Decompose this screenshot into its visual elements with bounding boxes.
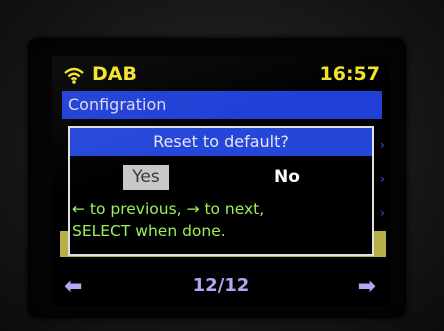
chevron-right-icon: › (380, 172, 385, 186)
menu-title: Configration (68, 95, 167, 114)
chevron-right-icon: › (380, 138, 385, 152)
dialog-hint: ← to previous, → to next, SELECT when do… (72, 198, 370, 242)
wifi-icon (64, 67, 84, 84)
no-button[interactable]: No (262, 165, 312, 190)
dialog-title: Reset to default? (153, 132, 289, 151)
yes-button[interactable]: Yes (123, 165, 169, 190)
footer-bar: ⬅ 12/12 ➡ (52, 270, 390, 306)
arrow-right-icon[interactable]: ➡ (358, 274, 376, 299)
hint-line-1: ← to previous, → to next, (72, 200, 265, 218)
lcd-screen: DAB 16:57 Configration › › › Reset to de… (52, 56, 390, 306)
source-label: DAB (92, 63, 137, 85)
status-bar: DAB 16:57 (52, 56, 390, 92)
page-indicator: 12/12 (192, 275, 250, 296)
clock: 16:57 (319, 63, 380, 85)
hint-line-2: SELECT when done. (72, 222, 226, 240)
chevron-right-icon: › (380, 206, 385, 220)
menu-title-bar: Configration (62, 91, 382, 119)
reset-dialog: Reset to default? Yes No ← to previous, … (68, 126, 374, 256)
dialog-title-bar: Reset to default? (70, 128, 372, 156)
